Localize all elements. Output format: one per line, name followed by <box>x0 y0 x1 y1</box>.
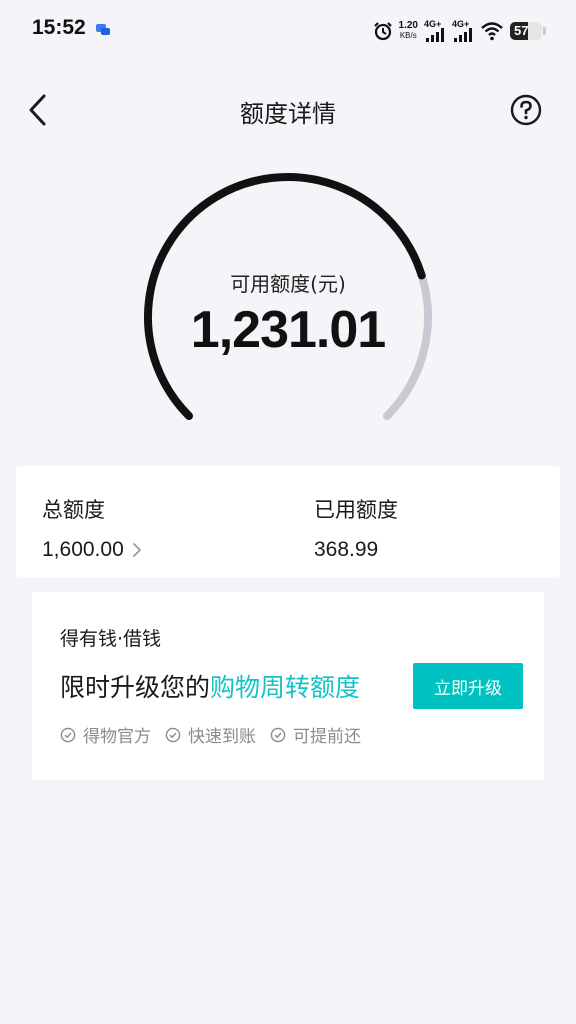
signal-bars-icon <box>426 28 444 42</box>
used-credit: 已用额度 368.99 <box>314 494 398 562</box>
check-circle-icon <box>270 727 286 742</box>
promo-headline-prefix: 限时升级您的 <box>60 673 211 702</box>
used-credit-label: 已用额度 <box>314 498 398 522</box>
promo-headline-highlight: 购物周转额度 <box>210 673 361 702</box>
signal-bars-icon <box>454 28 472 42</box>
signal-1: 4G+ <box>424 19 446 43</box>
header: 额度详情 <box>0 80 576 140</box>
total-credit-value: 1,600.00 <box>42 538 124 561</box>
alarm-icon <box>373 22 392 41</box>
promo-headline: 限时升级您的购物周转额度 <box>60 668 360 704</box>
chat-notification-icon <box>96 24 110 35</box>
used-credit-value: 368.99 <box>314 538 379 561</box>
signal-2: 4G+ <box>452 19 474 43</box>
upgrade-now-button[interactable]: 立即升级 <box>413 663 523 709</box>
feature-item: 快速到账 <box>165 722 256 747</box>
battery-icon: 57 <box>510 22 542 40</box>
chevron-right-icon <box>132 543 141 557</box>
help-button[interactable] <box>510 94 542 126</box>
feature-label: 得物官方 <box>83 727 151 747</box>
credit-summary-card: 总额度 1,600.00 已用额度 368.99 <box>16 466 560 578</box>
battery-level: 57 <box>514 23 529 38</box>
status-time: 15:52 <box>32 16 86 39</box>
total-credit[interactable]: 总额度 1,600.00 <box>42 494 142 562</box>
total-credit-label: 总额度 <box>42 498 105 522</box>
feature-item: 得物官方 <box>60 722 151 747</box>
network-speed: 1.20 KB/s <box>399 21 418 41</box>
help-icon <box>510 94 542 126</box>
available-credit-label: 可用额度(元) <box>230 272 346 296</box>
promo-features: 得物官方 快速到账 可提前还 <box>60 722 361 747</box>
feature-item: 可提前还 <box>270 722 361 747</box>
wifi-icon <box>481 22 503 41</box>
network-speed-value: 1.20 <box>398 20 418 31</box>
status-bar: 15:52 1.20 KB/s 4G+ 4G+ 57 <box>0 0 576 62</box>
feature-label: 快速到账 <box>188 727 256 747</box>
network-speed-unit: KB/s <box>399 31 417 40</box>
page-title: 额度详情 <box>240 100 336 128</box>
check-circle-icon <box>60 727 76 742</box>
credit-gauge: 可用额度(元) 1,231.01 <box>138 172 438 442</box>
promo-brand: 得有钱·借钱 <box>60 628 162 650</box>
check-circle-icon <box>165 727 181 742</box>
feature-label: 可提前还 <box>293 727 361 747</box>
loan-promo-card[interactable]: 得有钱·借钱 限时升级您的购物周转额度 立即升级 得物官方 快速到账 可提前还 <box>32 592 544 780</box>
available-credit-value: 1,231.01 <box>190 301 386 359</box>
